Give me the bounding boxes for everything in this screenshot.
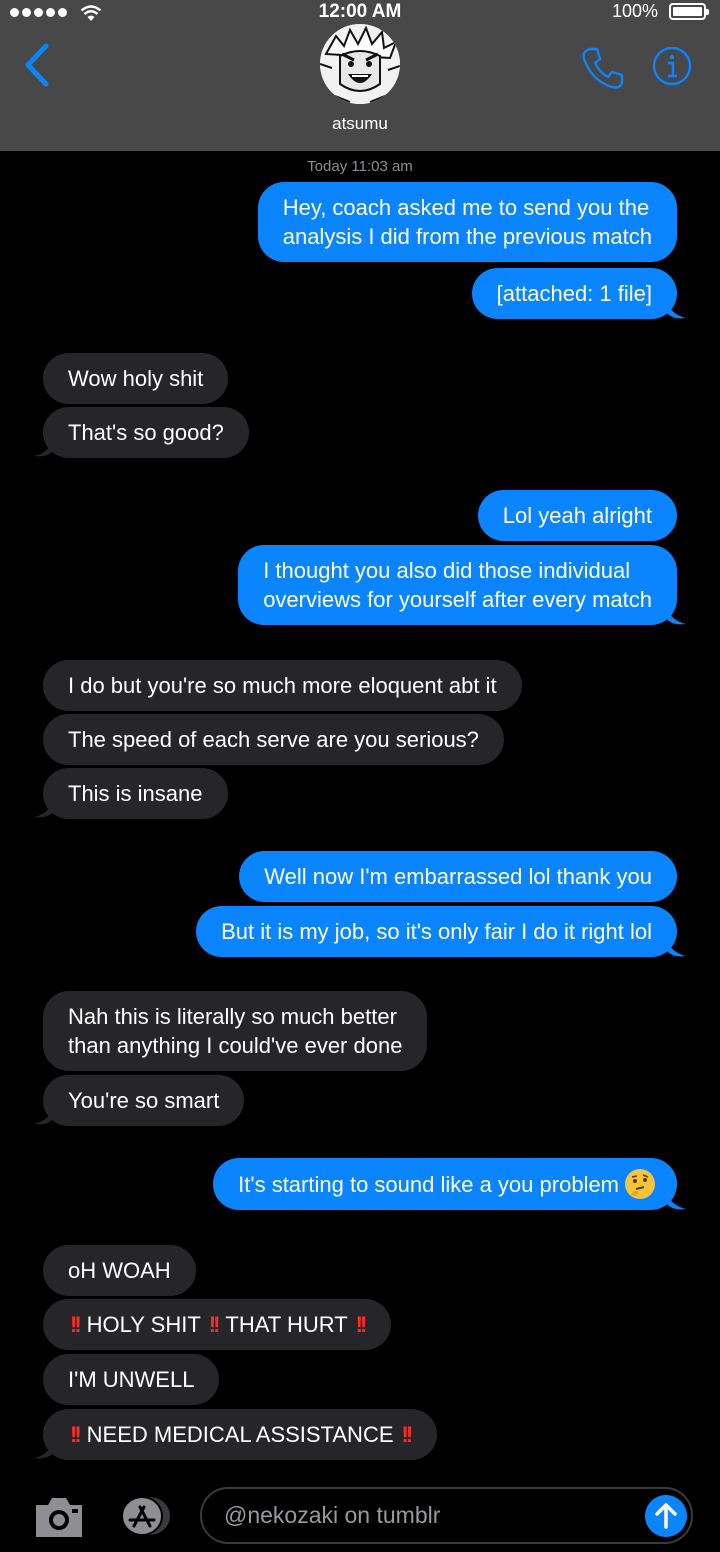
received-message-bubble[interactable]: !! HOLY SHIT !! THAT HURT !! <box>43 1299 392 1350</box>
message-line: overviews for yourself after every match <box>263 587 652 612</box>
message-text: NEED MEDICAL ASSISTANCE <box>86 1422 394 1447</box>
received-message-bubble[interactable]: That's so good? <box>43 407 249 458</box>
info-icon[interactable] <box>652 46 692 86</box>
bubble-tail <box>666 934 686 957</box>
camera-icon[interactable] <box>34 1495 84 1539</box>
message-text: [attached: 1 file] <box>496 281 652 306</box>
sent-message-bubble[interactable]: Well now I'm embarrassed lol thank you <box>239 851 677 902</box>
double-exclamation-icon: !! <box>208 1312 221 1337</box>
double-exclamation-icon: !! <box>70 1422 82 1447</box>
double-exclamation-icon: !! <box>401 1422 414 1447</box>
received-message-bubble[interactable]: !! NEED MEDICAL ASSISTANCE !! <box>43 1409 438 1460</box>
phone-icon[interactable] <box>580 45 626 91</box>
received-message-bubble[interactable]: You're so smart <box>43 1075 245 1126</box>
message-text: Well now I'm embarrassed lol thank you <box>264 864 652 889</box>
bubble-tail <box>666 296 686 319</box>
message-text: Wow holy shit <box>68 366 204 391</box>
message-line: analysis I did from the previous match <box>282 224 652 249</box>
received-message-bubble[interactable]: I do but you're so much more eloquent ab… <box>43 660 522 711</box>
back-chevron-icon[interactable] <box>20 42 54 88</box>
message-text: oH WOAH <box>68 1258 171 1283</box>
double-exclamation-icon: !! <box>70 1312 82 1337</box>
message-text: This is insane <box>68 781 203 806</box>
received-message-bubble[interactable]: This is insane <box>43 768 228 819</box>
send-arrow-icon[interactable] <box>645 1495 687 1537</box>
conversation-header: 12:00 AM 100% atsumu <box>0 0 720 151</box>
message-text: But it is my job, so it's only fair I do… <box>221 919 652 944</box>
status-bar: 12:00 AM 100% <box>0 0 720 26</box>
sent-message-bubble[interactable]: It's starting to sound like a you proble… <box>213 1158 677 1210</box>
message-input-placeholder: @nekozaki on tumblr <box>224 1502 441 1528</box>
message-text: I'M UNWELL <box>68 1367 195 1392</box>
battery-icon <box>669 3 709 20</box>
sent-message-bubble[interactable]: I thought you also did those individual o… <box>238 545 677 625</box>
double-exclamation-icon: !! <box>355 1312 368 1337</box>
message-timestamp: Today 11:03 am <box>0 158 720 175</box>
bubble-tail <box>666 1187 686 1210</box>
timestamp-day: Today <box>307 158 348 175</box>
message-text: THAT HURT <box>225 1312 348 1337</box>
message-text: The speed of each serve are you serious? <box>68 727 479 752</box>
received-message-bubble[interactable]: oH WOAH <box>43 1245 196 1296</box>
contact-name[interactable]: atsumu <box>0 114 720 134</box>
bubble-tail <box>34 1436 54 1459</box>
app-store-icon[interactable] <box>114 1494 172 1538</box>
message-text: HOLY SHIT <box>86 1312 201 1337</box>
sent-message-bubble[interactable]: But it is my job, so it's only fair I do… <box>196 906 677 957</box>
received-message-bubble[interactable]: The speed of each serve are you serious? <box>43 714 504 765</box>
received-message-bubble[interactable]: Nah this is literally so much better than… <box>43 991 428 1071</box>
bubble-tail <box>34 434 54 457</box>
message-text: It's starting to sound like a you proble… <box>238 1171 619 1197</box>
thinking-face-emoji-icon <box>625 1169 655 1199</box>
battery-percentage: 100% <box>611 1 658 21</box>
sent-message-bubble[interactable]: Hey, coach asked me to send you the analy… <box>257 182 677 262</box>
bubble-tail <box>34 795 54 818</box>
message-text: That's so good? <box>68 420 224 445</box>
avatar[interactable] <box>320 24 400 104</box>
message-input[interactable]: @nekozaki on tumblr <box>200 1487 693 1544</box>
bubble-tail <box>666 602 686 625</box>
message-line: Nah this is literally so much better <box>68 1004 397 1029</box>
message-text: Lol yeah alright <box>502 503 652 528</box>
avatar-illustration <box>320 24 400 104</box>
sent-message-bubble[interactable]: Lol yeah alright <box>477 490 677 541</box>
message-line: than anything I could've ever done <box>68 1033 403 1058</box>
bubble-tail <box>34 1102 54 1125</box>
message-line: I thought you also did those individual <box>263 558 631 583</box>
message-line: Hey, coach asked me to send you the <box>282 195 650 220</box>
received-message-bubble[interactable]: I'M UNWELL <box>43 1354 220 1405</box>
sent-message-bubble[interactable]: [attached: 1 file] <box>471 268 677 319</box>
message-text: You're so smart <box>68 1088 220 1113</box>
timestamp-time: 11:03 am <box>351 158 413 175</box>
received-message-bubble[interactable]: Wow holy shit <box>43 353 229 404</box>
message-text: I do but you're so much more eloquent ab… <box>68 673 497 698</box>
